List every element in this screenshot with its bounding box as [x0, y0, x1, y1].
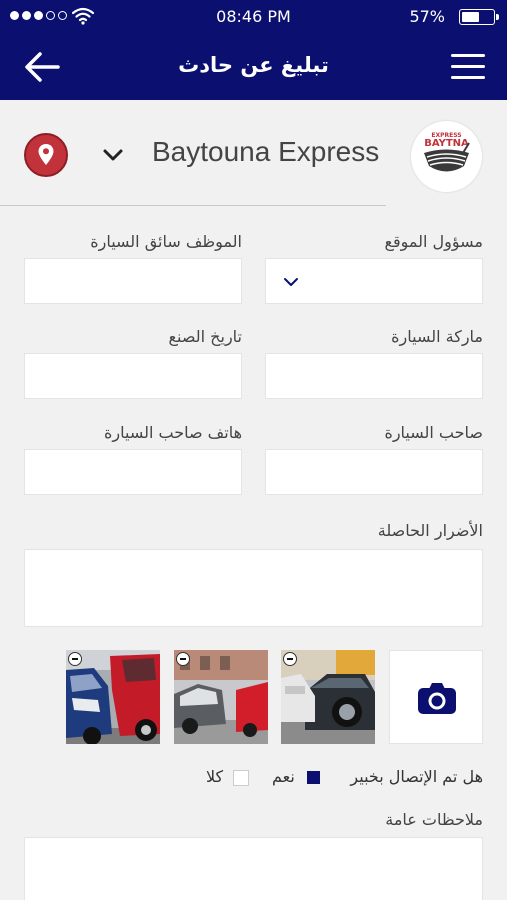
- page-title: تبليغ عن حادث: [178, 53, 329, 77]
- damage-photo[interactable]: [174, 650, 268, 744]
- yes-checkbox[interactable]: [307, 771, 320, 784]
- owner-phone-label: هاتف صاحب السيارة: [104, 423, 242, 442]
- location-pin-icon[interactable]: [24, 133, 68, 177]
- car-brand-field[interactable]: [265, 353, 483, 399]
- camera-icon: [418, 683, 456, 714]
- chevron-down-icon: [284, 278, 298, 286]
- status-bar: 08:46 PM 57%: [0, 0, 507, 34]
- car-owner-field[interactable]: [265, 449, 483, 495]
- car-owner-label: صاحب السيارة: [384, 423, 483, 442]
- manufacture-date-field[interactable]: [24, 353, 242, 399]
- remove-icon[interactable]: [176, 652, 190, 666]
- car-brand-label: ماركة السيارة: [391, 327, 483, 346]
- company-selector: Baytouna Express EXPRESS BAYTNA: [0, 100, 507, 206]
- damages-textarea[interactable]: [24, 549, 483, 627]
- remove-icon[interactable]: [283, 652, 297, 666]
- top-bar: 08:46 PM 57% تبليغ عن حادث: [0, 0, 507, 100]
- damage-photo[interactable]: [281, 650, 375, 744]
- expert-question: هل تم الإتصال بخبير: [350, 767, 483, 786]
- yes-label: نعم: [272, 767, 295, 786]
- camera-button[interactable]: [389, 650, 483, 744]
- manufacture-date-label: تاريخ الصنع: [168, 327, 242, 346]
- menu-icon[interactable]: [451, 54, 485, 80]
- divider: [0, 205, 386, 206]
- driver-field[interactable]: [24, 258, 242, 304]
- notes-label: ملاحظات عامة: [385, 810, 483, 829]
- notes-textarea[interactable]: [24, 837, 483, 900]
- site-manager-label: مسؤول الموقع: [384, 232, 483, 251]
- remove-icon[interactable]: [68, 652, 82, 666]
- owner-phone-field[interactable]: [24, 449, 242, 495]
- company-logo: EXPRESS BAYTNA: [411, 121, 482, 192]
- company-name[interactable]: Baytouna Express: [152, 136, 379, 168]
- driver-label: الموظف سائق السيارة: [90, 232, 242, 251]
- nav-bar: تبليغ عن حادث: [0, 34, 507, 100]
- no-label: كلا: [206, 767, 224, 786]
- damages-label: الأضرار الحاصلة: [377, 521, 483, 540]
- no-checkbox[interactable]: [233, 770, 249, 786]
- chevron-down-icon[interactable]: [100, 142, 126, 168]
- battery-icon: [459, 9, 499, 25]
- battery-percent: 57%: [409, 7, 445, 26]
- site-manager-select[interactable]: [265, 258, 483, 304]
- damage-photo[interactable]: [66, 650, 160, 744]
